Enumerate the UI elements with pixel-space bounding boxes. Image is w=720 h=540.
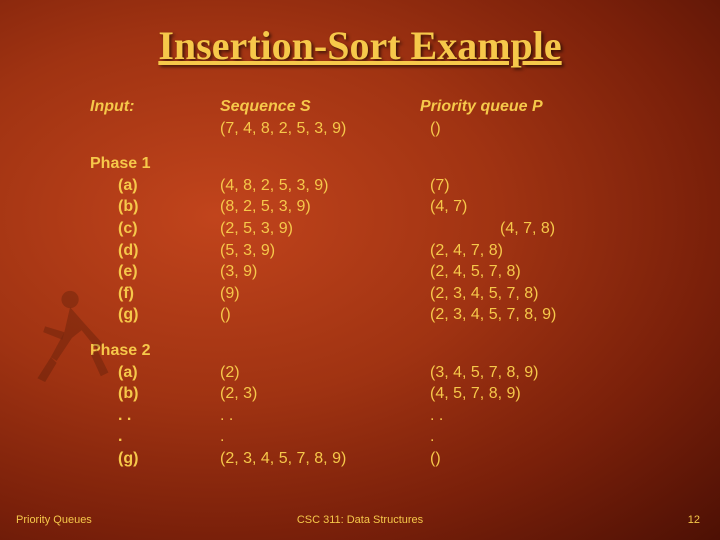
- phase1-step: (b): [90, 196, 220, 218]
- phase1-step: (a): [90, 175, 220, 197]
- sequence-header: Sequence S: [220, 96, 420, 118]
- spacer: [90, 139, 690, 153]
- phase1-pq: (7): [430, 175, 650, 197]
- phase2-row: . . .: [90, 426, 690, 448]
- phase1-pq: (2, 4, 5, 7, 8): [430, 261, 650, 283]
- phase2-pq: .: [430, 426, 650, 448]
- phase2-pq: . .: [430, 405, 650, 427]
- phase2-seq: . .: [220, 405, 430, 427]
- input-pq: (): [430, 118, 650, 140]
- phase1-seq: (8, 2, 5, 3, 9): [220, 196, 430, 218]
- runner-decoration: [24, 280, 120, 390]
- phase1-pq: (4, 7, 8): [430, 218, 650, 240]
- phase2-step: (g): [90, 448, 220, 470]
- phase2-row: . . . . . .: [90, 405, 690, 427]
- phase1-row: (g) () (2, 3, 4, 5, 7, 8, 9): [90, 304, 690, 326]
- phase2-pq: (3, 4, 5, 7, 8, 9): [430, 362, 650, 384]
- phase2-seq: (2, 3, 4, 5, 7, 8, 9): [220, 448, 430, 470]
- slide: Insertion-Sort Example Input: Sequence S…: [0, 0, 720, 540]
- input-label: Input:: [90, 96, 220, 118]
- phase2-step: . .: [90, 405, 220, 427]
- phase1-row: (f) (9) (2, 3, 4, 5, 7, 8): [90, 283, 690, 305]
- input-sequence: (7, 4, 8, 2, 5, 3, 9): [220, 118, 430, 140]
- phase1-seq: (2, 5, 3, 9): [220, 218, 430, 240]
- spacer: [90, 326, 690, 340]
- phase1-pq: (2, 4, 7, 8): [430, 240, 650, 262]
- phase1-seq: (5, 3, 9): [220, 240, 430, 262]
- phase1-label-row: Phase 1: [90, 153, 690, 175]
- phase2-seq: .: [220, 426, 430, 448]
- slide-number: 12: [688, 514, 700, 526]
- phase1-step: (d): [90, 240, 220, 262]
- phase2-step: .: [90, 426, 220, 448]
- priority-queue-header: Priority queue P: [420, 96, 640, 118]
- phase2-row: (a) (2) (3, 4, 5, 7, 8, 9): [90, 362, 690, 384]
- phase1-row: (c) (2, 5, 3, 9) (4, 7, 8): [90, 218, 690, 240]
- footer-center: CSC 311: Data Structures: [0, 514, 720, 526]
- phase1-seq: (9): [220, 283, 430, 305]
- phase1-row: (a) (4, 8, 2, 5, 3, 9) (7): [90, 175, 690, 197]
- header-row: Input: Sequence S Priority queue P: [90, 96, 690, 118]
- phase1-row: (d) (5, 3, 9) (2, 4, 7, 8): [90, 240, 690, 262]
- phase1-seq: (): [220, 304, 430, 326]
- phase1-seq: (4, 8, 2, 5, 3, 9): [220, 175, 430, 197]
- phase1-row: (e) (3, 9) (2, 4, 5, 7, 8): [90, 261, 690, 283]
- phase1-seq: (3, 9): [220, 261, 430, 283]
- phase2-pq: (4, 5, 7, 8, 9): [430, 383, 650, 405]
- input-data-row: (7, 4, 8, 2, 5, 3, 9) (): [90, 118, 690, 140]
- phase1-pq: (4, 7): [430, 196, 650, 218]
- phase2-seq: (2, 3): [220, 383, 430, 405]
- slide-title: Insertion-Sort Example: [0, 0, 720, 69]
- phase1-step: (c): [90, 218, 220, 240]
- phase2-pq: (): [430, 448, 650, 470]
- phase1-pq: (2, 3, 4, 5, 7, 8): [430, 283, 650, 305]
- phase1-row: (b) (8, 2, 5, 3, 9) (4, 7): [90, 196, 690, 218]
- phase1-pq: (2, 3, 4, 5, 7, 8, 9): [430, 304, 650, 326]
- phase2-seq: (2): [220, 362, 430, 384]
- phase2-row: (g) (2, 3, 4, 5, 7, 8, 9) (): [90, 448, 690, 470]
- phase2-label-row: Phase 2: [90, 340, 690, 362]
- phase1-label: Phase 1: [90, 153, 220, 175]
- phase2-row: (b) (2, 3) (4, 5, 7, 8, 9): [90, 383, 690, 405]
